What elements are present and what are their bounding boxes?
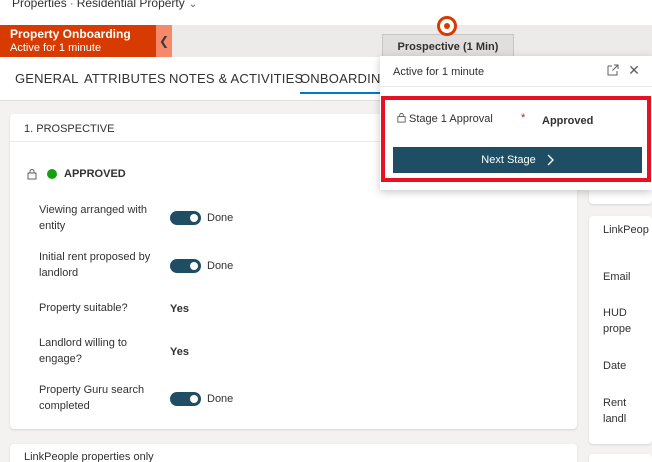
right-label-email: Email bbox=[603, 271, 631, 283]
tab-onboarding[interactable]: ONBOARDING bbox=[300, 71, 391, 94]
property-suitable-value[interactable]: Yes bbox=[170, 303, 189, 315]
stage-approval-label: Stage 1 Approval bbox=[409, 113, 493, 125]
stage-flyout: Active for 1 minute ✕ Stage 1 Approval *… bbox=[380, 56, 652, 190]
field-label-viewing-arranged: Viewing arranged with entity bbox=[39, 204, 148, 232]
right-panel-section: LinkPeop Email HUD prope Date Rent landl bbox=[589, 216, 652, 444]
flyout-header: Active for 1 minute ✕ bbox=[380, 56, 652, 87]
breadcrumb-form-name[interactable]: Residential Property bbox=[77, 0, 185, 10]
lock-icon bbox=[397, 112, 406, 123]
initial-rent-toggle[interactable]: Done bbox=[170, 259, 233, 273]
toggle-switch[interactable] bbox=[170, 211, 201, 225]
right-label-hud: HUD bbox=[603, 307, 627, 319]
toggle-switch[interactable] bbox=[170, 259, 201, 273]
landlord-willing-value[interactable]: Yes bbox=[170, 346, 189, 358]
process-flag[interactable]: Property Onboarding Active for 1 minute bbox=[0, 25, 156, 57]
top-bar: Properties · Residential Property ⌄ bbox=[0, 0, 652, 25]
stage-name: Prospective bbox=[397, 40, 460, 53]
status-text: APPROVED bbox=[64, 168, 126, 180]
flyout-active-text: Active for 1 minute bbox=[393, 66, 485, 78]
chevron-down-icon[interactable]: ⌄ bbox=[189, 0, 197, 10]
chevron-left-icon[interactable]: ❮ bbox=[156, 25, 172, 57]
section-title: LinkPeople properties only bbox=[24, 451, 154, 462]
breadcrumb-entity[interactable]: Properties bbox=[12, 0, 67, 10]
status-dot-icon bbox=[47, 169, 57, 179]
section-title: 1. PROSPECTIVE bbox=[24, 123, 115, 135]
right-label-landlord: landl bbox=[603, 413, 627, 425]
field-label-property-guru: Property Guru search completed bbox=[39, 384, 145, 412]
stage-duration: (1 Min) bbox=[462, 40, 499, 53]
toggle-value: Done bbox=[207, 260, 234, 272]
approval-status: APPROVED bbox=[26, 168, 126, 180]
right-panel-title: LinkPeop bbox=[603, 224, 649, 236]
viewing-arranged-toggle[interactable]: Done bbox=[170, 211, 233, 225]
process-name: Property Onboarding bbox=[10, 27, 131, 41]
field-label-initial-rent: Initial rent proposed by landlord bbox=[39, 251, 151, 279]
next-stage-label: Next Stage bbox=[481, 154, 536, 166]
toggle-switch[interactable] bbox=[170, 392, 201, 406]
right-label-rent: Rent bbox=[603, 397, 627, 409]
linkpeople-section: LinkPeople properties only bbox=[10, 444, 577, 462]
next-stage-button[interactable]: Next Stage bbox=[393, 147, 642, 173]
tab-notes-activities[interactable]: NOTES & ACTIVITIES bbox=[169, 71, 303, 86]
active-stage-indicator-icon[interactable] bbox=[437, 16, 457, 36]
stage-approval-value[interactable]: Approved bbox=[542, 115, 593, 127]
process-status: Active for 1 minute bbox=[10, 42, 102, 54]
right-label-date: Date bbox=[603, 360, 627, 372]
right-label-property: prope bbox=[603, 323, 632, 335]
breadcrumb: Properties · Residential Property ⌄ bbox=[12, 0, 197, 10]
required-indicator: * bbox=[521, 112, 526, 124]
lock-icon bbox=[27, 169, 37, 180]
toggle-value: Done bbox=[207, 212, 234, 224]
tab-attributes[interactable]: ATTRIBUTES bbox=[84, 71, 166, 86]
field-label-property-suitable: Property suitable? bbox=[39, 302, 128, 314]
property-guru-toggle[interactable]: Done bbox=[170, 392, 233, 406]
toggle-value: Done bbox=[207, 393, 234, 405]
stage-prospective[interactable]: Prospective (1 Min) bbox=[382, 34, 514, 58]
breadcrumb-separator: · bbox=[69, 0, 74, 10]
popout-icon[interactable] bbox=[606, 63, 620, 77]
right-panel-bottom bbox=[589, 454, 652, 462]
field-label-landlord-willing: Landlord willing to engage? bbox=[39, 337, 128, 365]
close-icon[interactable]: ✕ bbox=[627, 62, 641, 78]
chevron-right-icon bbox=[547, 154, 554, 166]
tab-general[interactable]: GENERAL bbox=[15, 71, 79, 86]
